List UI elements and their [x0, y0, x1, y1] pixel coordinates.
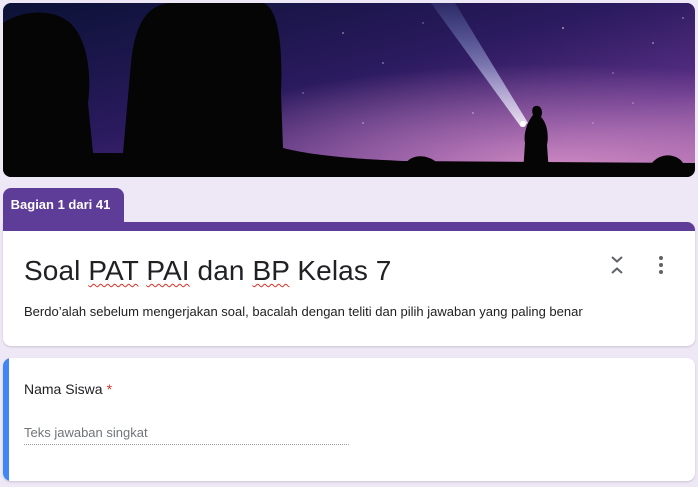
- collapse-icon[interactable]: [605, 253, 629, 277]
- form-title-part: PAT: [88, 255, 139, 286]
- active-question-indicator: [3, 358, 9, 481]
- section-indicator-tab: Bagian 1 dari 41: [3, 188, 124, 224]
- question-label: Nama Siswa *: [24, 381, 112, 397]
- form-header-card: Soal PAT PAI dan BP Kelas 7 Berdo’alah s…: [3, 222, 695, 346]
- form-title-part: Soal: [24, 255, 89, 286]
- form-title-part: PAI: [146, 255, 190, 286]
- form-title-part: Kelas 7: [289, 255, 392, 286]
- header-banner-image: [3, 3, 695, 177]
- form-title-part: dan: [189, 255, 253, 286]
- short-answer-input[interactable]: [24, 420, 349, 445]
- question-title: Nama Siswa: [24, 381, 103, 397]
- form-page: Bagian 1 dari 41 Soal PAT PAI dan BP Kel…: [0, 0, 698, 487]
- form-title-part: BP: [252, 255, 290, 286]
- form-description: Berdo’alah sebelum mengerjakan soal, bac…: [24, 304, 583, 319]
- required-asterisk: *: [106, 381, 113, 397]
- question-card-nama-siswa: Nama Siswa *: [3, 358, 695, 481]
- more-vert-icon[interactable]: [649, 253, 673, 277]
- form-title: Soal PAT PAI dan BP Kelas 7: [24, 255, 391, 287]
